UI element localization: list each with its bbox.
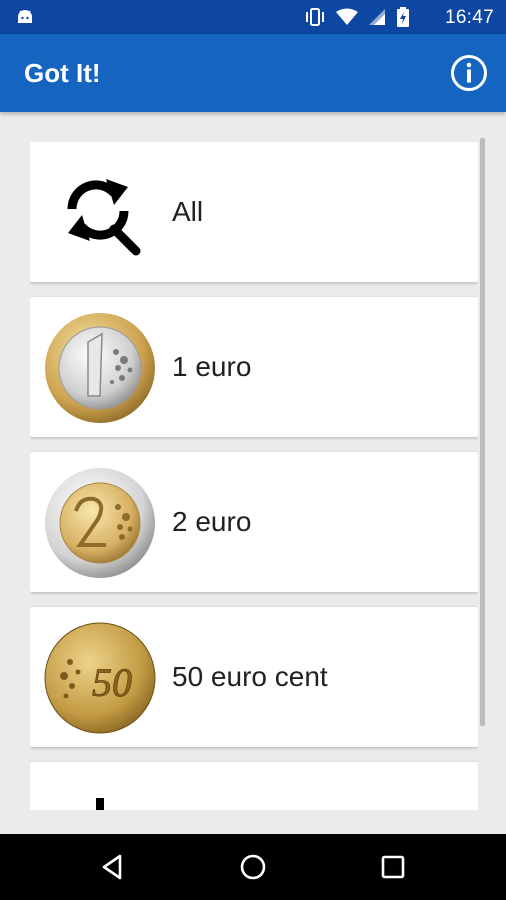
list-item-2-euro[interactable]: 2 euro — [30, 452, 478, 592]
list-item-label: 2 euro — [172, 506, 252, 537]
partial-icon — [96, 798, 104, 810]
two-euro-coin — [45, 468, 155, 578]
fifty-cent-coin: 50 — [44, 622, 156, 734]
back-icon[interactable] — [96, 850, 130, 884]
android-icon — [18, 10, 32, 23]
one-euro-coin — [45, 313, 155, 423]
status-time: 16:47 — [444, 7, 494, 28]
list-item-label: All — [172, 196, 204, 227]
app-bar: Got It! — [0, 34, 506, 112]
list-item-1-euro[interactable]: 1 euro — [30, 297, 478, 437]
app-title: Got It! — [24, 58, 101, 88]
status-bar: 16:47 — [0, 0, 506, 34]
list-item-50-euro-cent[interactable]: 50 50 euro cent — [30, 607, 478, 747]
list-item-label: 50 euro cent — [172, 661, 328, 692]
refresh-search-icon — [67, 179, 141, 256]
info-icon[interactable] — [450, 54, 488, 92]
list-item-all[interactable]: All — [30, 142, 478, 282]
home-icon[interactable] — [236, 850, 270, 884]
list-item-label: 1 euro — [172, 351, 252, 382]
wifi-icon — [336, 8, 358, 25]
battery-icon — [397, 7, 409, 27]
svg-text:50: 50 — [92, 660, 132, 705]
recents-icon[interactable] — [376, 850, 410, 884]
navigation-bar — [0, 834, 506, 900]
scrollbar[interactable] — [480, 138, 485, 726]
coin-list[interactable]: All 1 euro 2 euro 50 50 euro cent — [30, 142, 478, 810]
vibrate-icon — [306, 8, 324, 26]
list-item-partial[interactable] — [30, 762, 478, 810]
signal-icon — [369, 9, 385, 25]
